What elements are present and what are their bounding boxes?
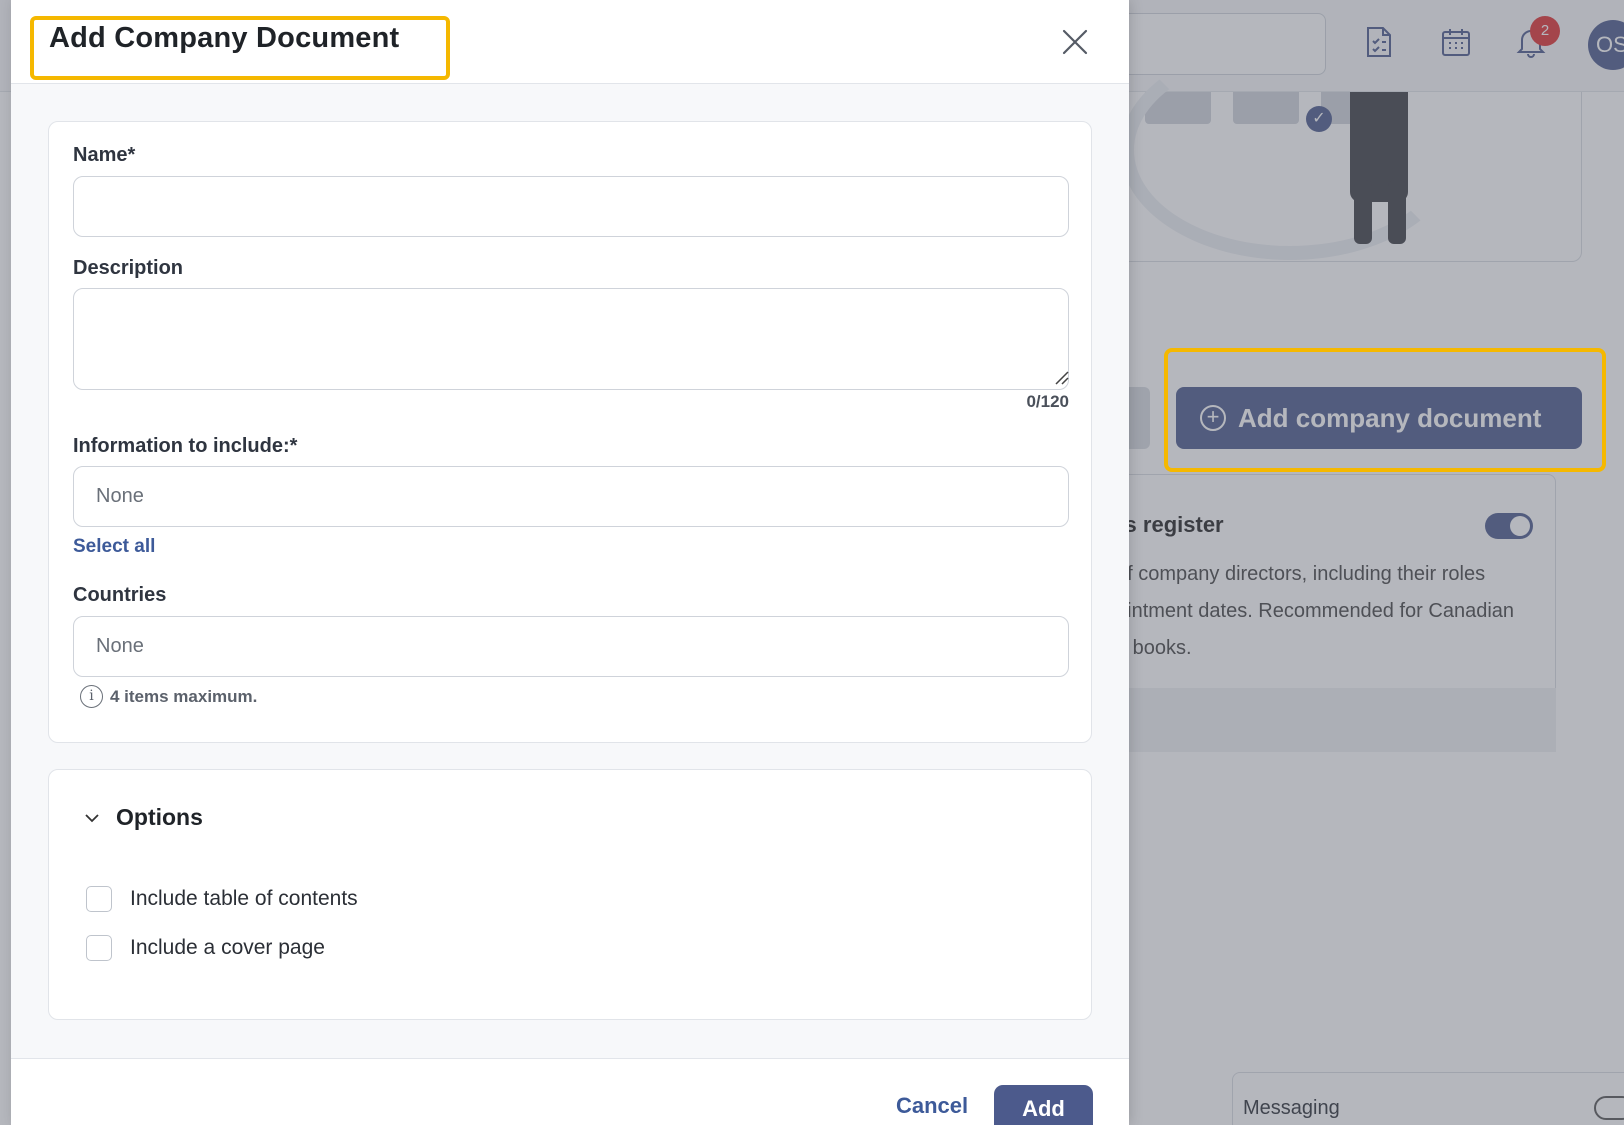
cancel-button[interactable]: Cancel [896, 1093, 968, 1119]
close-button[interactable] [1055, 22, 1095, 62]
add-button[interactable]: Add [994, 1085, 1093, 1125]
countries-select[interactable] [73, 616, 1069, 677]
include-toc-label: Include table of contents [130, 887, 358, 910]
options-collapse-toggle[interactable]: Options [82, 804, 203, 831]
modal-header: Add Company Document [11, 0, 1129, 84]
countries-hint-text: 4 items maximum. [110, 686, 258, 706]
description-textarea[interactable] [73, 288, 1069, 390]
description-char-counter: 0/120 [1026, 392, 1069, 411]
resize-handle-icon[interactable] [1053, 369, 1069, 385]
info-icon: i [80, 685, 103, 708]
options-section: Options Include table of contents Includ… [48, 769, 1092, 1020]
document-details-section: Name* Description 0/120 Information to i… [48, 121, 1092, 743]
chevron-down-icon [85, 813, 99, 822]
include-cover-page-option[interactable]: Include a cover page [86, 935, 325, 961]
highlight-title [30, 16, 450, 80]
description-label: Description [73, 257, 184, 279]
include-cover-page-checkbox[interactable] [86, 935, 112, 961]
include-toc-option[interactable]: Include table of contents [86, 886, 358, 912]
name-input[interactable] [73, 176, 1069, 237]
highlight-add-button [1164, 348, 1606, 472]
modal-footer: Cancel Add [11, 1058, 1129, 1125]
add-company-document-modal: Add Company Document Name* Description 0… [11, 0, 1129, 1125]
select-all-link[interactable]: Select all [73, 536, 155, 558]
name-label: Name* [73, 144, 136, 166]
countries-label: Countries [73, 584, 167, 606]
include-cover-page-label: Include a cover page [130, 936, 325, 959]
include-toc-checkbox[interactable] [86, 886, 112, 912]
options-title: Options [116, 804, 203, 830]
information-label: Information to include:* [73, 435, 298, 457]
information-select[interactable] [73, 466, 1069, 527]
close-icon [1062, 29, 1088, 55]
countries-hint: i 4 items maximum. [80, 685, 257, 708]
